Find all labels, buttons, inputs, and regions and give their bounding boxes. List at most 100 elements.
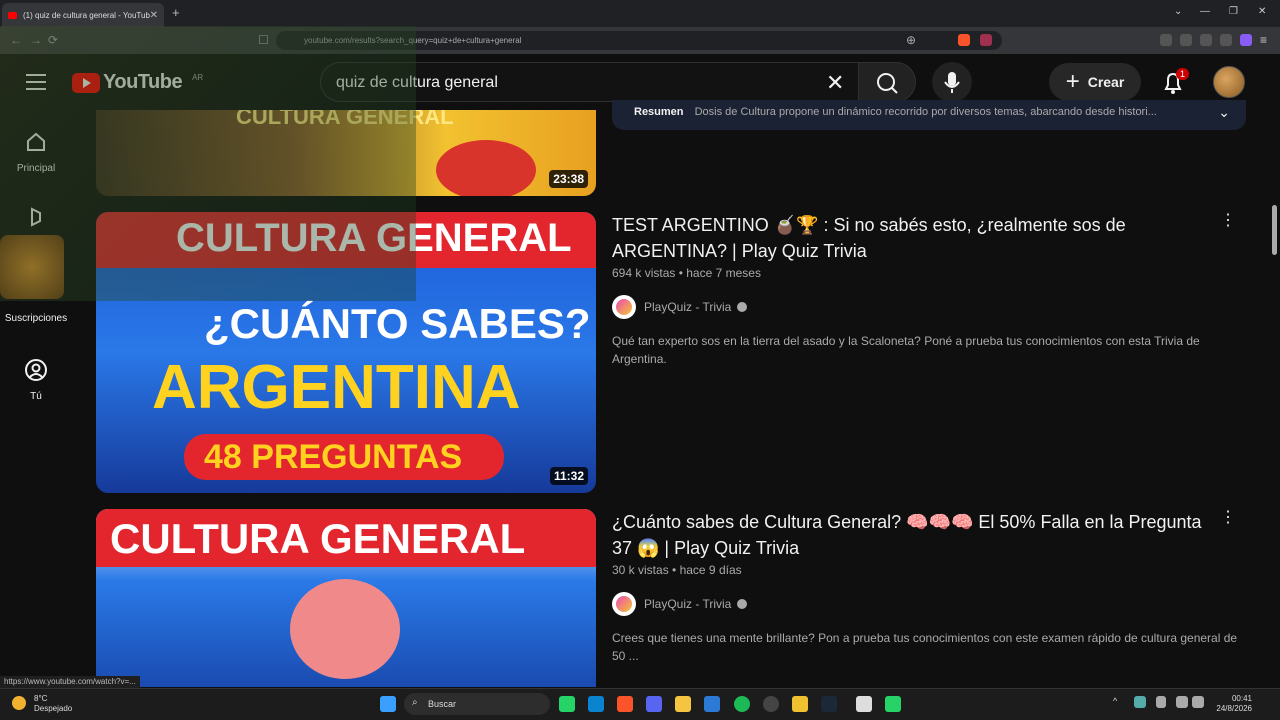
wallet-icon[interactable] <box>1180 34 1192 46</box>
volume-icon[interactable] <box>1192 696 1204 708</box>
thumbnail-text: 48 PREGUNTAS <box>204 438 463 476</box>
sidebar-item-label: Suscripciones <box>4 313 68 324</box>
app-icon[interactable] <box>704 696 720 712</box>
user-avatar[interactable] <box>1213 66 1245 98</box>
sidebar-item-shorts[interactable] <box>0 205 72 238</box>
video-thumbnail[interactable]: CULTURA GENERAL ¿CUÁNTO SABES? ARGENTINA… <box>96 212 596 493</box>
extensions-icon[interactable] <box>1200 34 1212 46</box>
logo-text: YouTube <box>103 71 183 93</box>
sidebar-item-suscripciones[interactable]: Suscripciones <box>0 313 72 324</box>
sync-icon[interactable] <box>1134 696 1146 708</box>
rewards-icon[interactable] <box>980 34 992 46</box>
browser-tab-bar: (1) quiz de cultura general - YouTube ✕ … <box>0 0 1280 27</box>
sidebar-item-tu[interactable]: Tú <box>0 358 72 402</box>
chevron-down-icon[interactable]: ⌄ <box>1218 104 1230 121</box>
back-icon[interactable]: ← <box>10 33 22 47</box>
leo-icon[interactable] <box>1240 34 1252 46</box>
microphone-icon <box>944 72 960 93</box>
taskbar-search[interactable]: ⌕ Buscar <box>404 693 550 715</box>
brave-shield-icon[interactable] <box>958 34 970 46</box>
new-tab-button[interactable]: + <box>172 5 180 20</box>
notification-badge: 1 <box>1176 68 1190 80</box>
voice-search-button[interactable] <box>932 62 972 102</box>
close-tab-icon[interactable]: ✕ <box>150 10 158 21</box>
create-button[interactable]: + Crear <box>1049 63 1141 101</box>
clock-time: 00:41 <box>1231 694 1252 703</box>
whatsapp-icon[interactable] <box>559 696 575 712</box>
sidebar-item-principal[interactable]: Principal <box>0 130 72 174</box>
video-thumbnail[interactable]: CULTURA GENERAL 23:38 <box>96 110 596 196</box>
home-icon <box>27 132 45 151</box>
capcut-icon[interactable] <box>856 696 872 712</box>
plus-icon: + <box>1065 68 1080 95</box>
search-input[interactable] <box>334 73 814 93</box>
channel-link[interactable]: PlayQuiz - Trivia <box>612 592 748 616</box>
sidebar-item-label: Principal <box>16 163 56 174</box>
reload-icon[interactable]: ⟳ <box>48 33 58 47</box>
hamburger-menu-icon[interactable] <box>26 74 46 95</box>
clock-date: 24/8/2026 <box>1216 704 1252 713</box>
ai-summary-bar[interactable]: Resumen Dosis de Cultura propone un diná… <box>612 100 1246 130</box>
search-box[interactable] <box>320 62 860 102</box>
tab-search-icon[interactable]: ⌄ <box>1174 6 1182 17</box>
zoom-icon[interactable]: ⊕ <box>906 33 916 47</box>
moon-icon <box>12 696 26 710</box>
close-window-button[interactable]: ✕ <box>1258 6 1266 17</box>
brave-icon[interactable] <box>617 696 633 712</box>
system-clock[interactable]: 00:41 24/8/2026 <box>1212 694 1252 714</box>
search-icon <box>877 73 898 94</box>
clear-search-icon[interactable]: ✕ <box>826 70 844 96</box>
user-circle-icon <box>25 359 47 381</box>
video-description: Qué tan experto sos en la tierra del asa… <box>612 334 1200 366</box>
more-options-icon[interactable]: ⋮ <box>1220 507 1236 527</box>
microphone-icon[interactable] <box>1156 696 1166 708</box>
video-thumbnail[interactable]: CULTURA GENERAL <box>96 509 596 687</box>
spotify-icon[interactable] <box>734 696 750 712</box>
chevron-up-icon[interactable]: ^ <box>1113 696 1123 712</box>
upload-age: hace 7 meses <box>686 266 761 280</box>
network-icon[interactable] <box>1176 696 1188 708</box>
verified-icon <box>737 599 748 609</box>
more-options-icon[interactable]: ⋮ <box>1220 210 1236 230</box>
thumbnail-text: CULTURA GENERAL <box>110 515 526 562</box>
video-title[interactable]: ¿Cuánto sabes de Cultura General? 🧠🧠🧠 El… <box>612 509 1212 561</box>
maximize-button[interactable]: ❐ <box>1229 6 1238 17</box>
channel-link[interactable]: PlayQuiz - Trivia <box>612 295 748 319</box>
sidebar-icon[interactable] <box>1160 34 1172 46</box>
scrollbar-thumb[interactable] <box>1272 205 1277 255</box>
stop-sign-graphic <box>436 140 536 196</box>
windows-taskbar <box>0 688 1280 720</box>
verified-icon <box>737 302 748 312</box>
url-field[interactable]: youtube.com/results?search_query=quiz+de… <box>276 31 1002 50</box>
temperature: 8°C <box>34 694 48 703</box>
whatsapp-business-icon[interactable] <box>885 696 901 712</box>
taskbar-search-label: Buscar <box>428 699 457 709</box>
video-description: Crees que tienes una mente brillante? Po… <box>612 631 1238 663</box>
streamer-overlay-image <box>0 235 64 299</box>
search-icon: ⌕ <box>412 697 418 708</box>
steam-icon[interactable] <box>821 696 837 712</box>
windows-start-icon[interactable] <box>380 696 396 712</box>
summary-text: Dosis de Cultura propone un dinámico rec… <box>694 106 1157 118</box>
minimize-button[interactable]: — <box>1200 6 1210 17</box>
vpn-icon[interactable] <box>1220 34 1232 46</box>
channel-name: PlayQuiz - Trivia <box>644 300 732 314</box>
search-button[interactable] <box>858 62 916 102</box>
browser-tab[interactable]: (1) quiz de cultura general - YouTube ✕ <box>2 3 164 27</box>
obs-icon[interactable] <box>763 696 779 712</box>
bookmark-icon[interactable]: ☐ <box>258 33 269 47</box>
shorts-icon <box>31 207 41 227</box>
thumbnail-text: ARGENTINA <box>152 353 521 422</box>
forward-icon[interactable]: → <box>30 33 42 47</box>
weather-widget[interactable]: 8°C Despejado <box>12 694 72 714</box>
tab-title: (1) quiz de cultura general - YouTube <box>23 10 150 20</box>
notes-icon[interactable] <box>792 696 808 712</box>
channel-name: PlayQuiz - Trivia <box>644 597 732 611</box>
video-title[interactable]: TEST ARGENTINO 🧉🏆 : Si no sabés esto, ¿r… <box>612 212 1212 264</box>
discord-icon[interactable] <box>646 696 662 712</box>
youtube-logo[interactable]: YouTube AR <box>72 71 203 94</box>
country-code: AR <box>192 73 204 82</box>
edge-icon[interactable] <box>588 696 604 712</box>
menu-icon[interactable]: ≡ <box>1260 33 1267 47</box>
file-explorer-icon[interactable] <box>675 696 691 712</box>
